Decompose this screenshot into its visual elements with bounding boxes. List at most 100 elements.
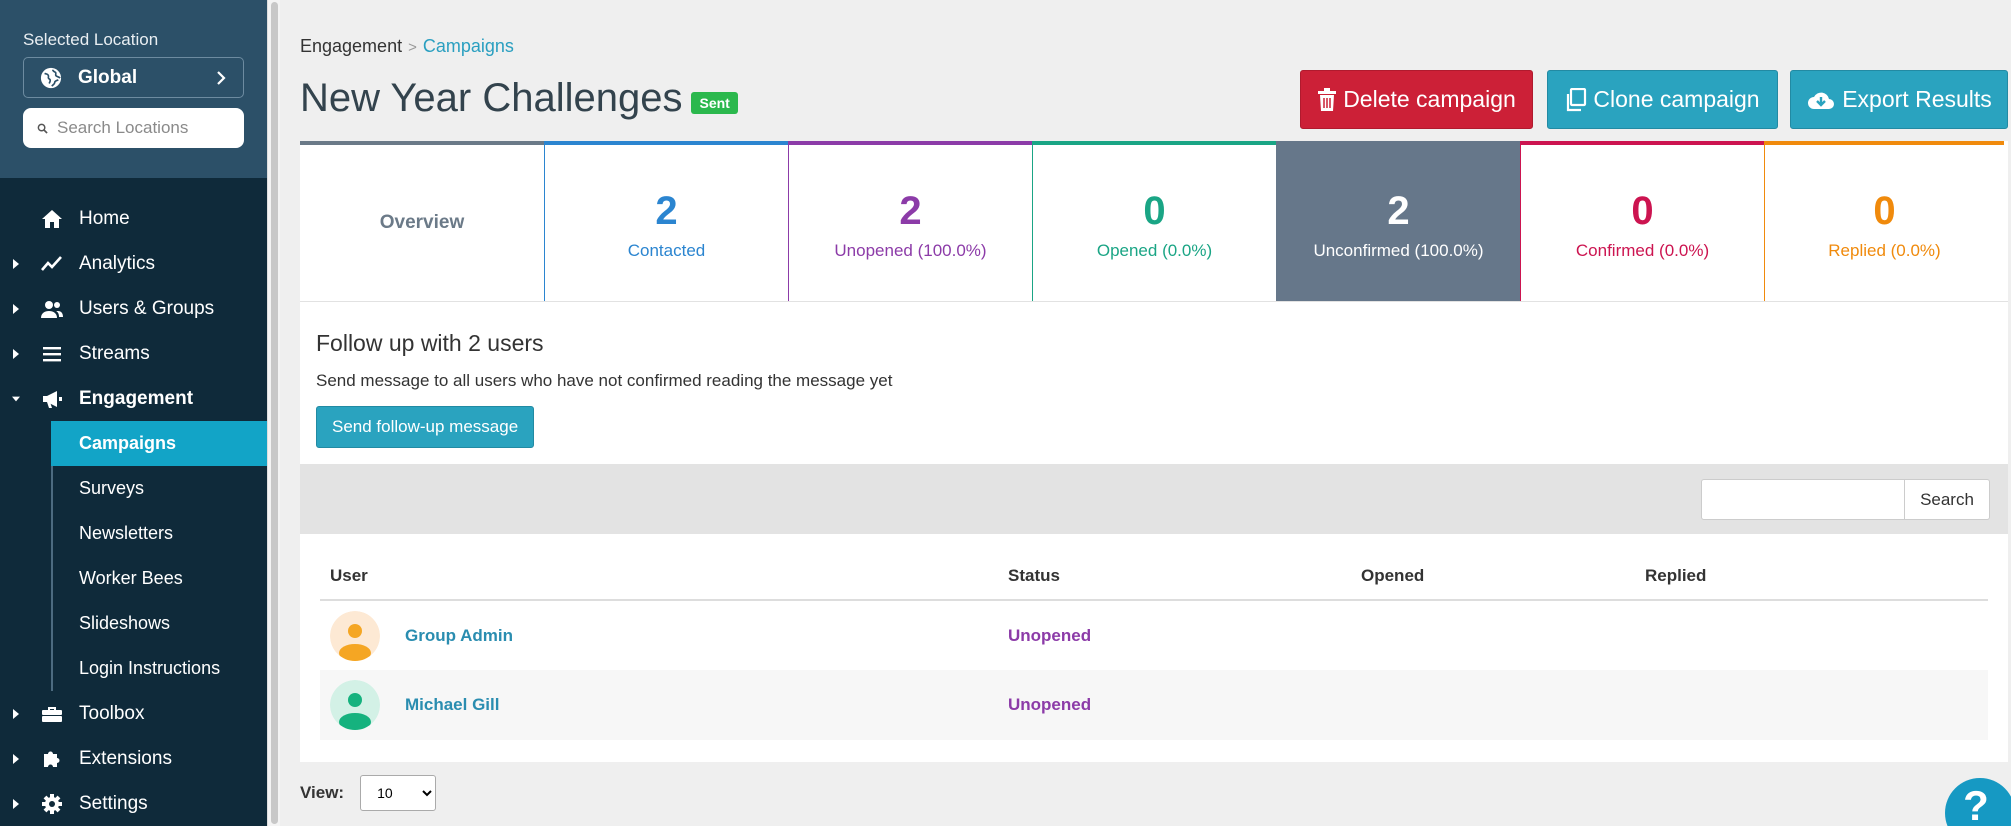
confirmed-count: 0 — [1631, 189, 1654, 233]
send-followup-button[interactable]: Send follow-up message — [316, 406, 535, 448]
breadcrumb-current[interactable]: Campaigns — [423, 36, 514, 56]
cloud-download-icon — [1808, 92, 1835, 109]
status-cell: Unopened — [1008, 600, 1361, 670]
opened-cell — [1361, 670, 1645, 740]
table-row: Group Admin Unopened — [320, 600, 1988, 670]
location-search[interactable] — [23, 108, 244, 148]
clone-campaign-button[interactable]: Clone campaign — [1547, 70, 1778, 129]
page-title: New Year Challenges Sent — [300, 76, 738, 121]
nav-newsletters[interactable]: Newsletters — [0, 511, 267, 556]
caret-right-icon — [13, 798, 19, 809]
tab-contacted[interactable]: 2 Contacted — [544, 141, 788, 301]
trash-icon — [1318, 87, 1337, 111]
unopened-count: 2 — [899, 189, 922, 233]
nav-label: Analytics — [79, 252, 156, 274]
nav-label: Home — [79, 207, 130, 229]
location-value: Global — [78, 66, 138, 88]
nav-settings[interactable]: Settings — [0, 781, 267, 826]
location-search-input[interactable] — [57, 118, 227, 138]
caret-down-icon — [12, 396, 20, 401]
followup-description: Send message to all users who have not c… — [316, 371, 893, 390]
col-user[interactable]: User — [320, 552, 1008, 601]
nav-worker-bees[interactable]: Worker Bees — [0, 556, 267, 601]
nav-slideshows[interactable]: Slideshows — [0, 601, 267, 646]
tab-overview[interactable]: Overview — [300, 141, 544, 301]
nav-surveys[interactable]: Surveys — [0, 466, 267, 511]
delete-campaign-button[interactable]: Delete campaign — [1300, 70, 1533, 129]
status-badge: Sent — [691, 91, 738, 114]
page-size-control: View: 10 — [300, 775, 437, 811]
contacted-label: Contacted — [627, 241, 706, 260]
page-size-select[interactable]: 10 — [360, 775, 437, 811]
breadcrumb-separator: > — [408, 39, 417, 56]
view-label: View: — [300, 783, 345, 802]
nav-engagement[interactable]: Engagement — [0, 376, 267, 421]
caret-right-icon — [13, 303, 19, 314]
location-panel: Selected Location Global — [0, 0, 267, 178]
nav-login-instructions[interactable]: Login Instructions — [0, 646, 267, 691]
tab-overview-label: Overview — [379, 212, 465, 233]
table-search-bar: Search — [300, 464, 2008, 534]
user-cell: Michael Gill — [320, 670, 1008, 740]
nav-users-groups[interactable]: Users & Groups — [0, 286, 267, 331]
followup-title: Follow up with 2 users — [316, 330, 544, 356]
user-name-link[interactable]: Group Admin — [405, 626, 513, 646]
nav-label: Streams — [79, 342, 150, 364]
nav-home[interactable]: Home — [0, 196, 267, 241]
tab-unopened[interactable]: 2 Unopened (100.0%) — [788, 141, 1032, 301]
scrollbar-thumb[interactable] — [271, 2, 278, 824]
main-nav: Home Analytics Users & Groups Streams En… — [0, 196, 267, 826]
tab-opened[interactable]: 0 Opened (0.0%) — [1032, 141, 1276, 301]
search-button[interactable]: Search — [1905, 479, 1990, 520]
replied-label: Replied (0.0%) — [1828, 241, 1941, 260]
status-cell: Unopened — [1008, 670, 1361, 740]
gear-icon — [42, 793, 62, 814]
globe-icon — [40, 67, 62, 88]
avatar — [330, 680, 380, 730]
help-button[interactable]: ? — [1945, 778, 2011, 826]
export-results-button[interactable]: Export Results — [1790, 70, 2008, 129]
users-icon — [41, 300, 63, 318]
caret-right-icon — [13, 348, 19, 359]
table-header-row: User Status Opened Replied — [320, 552, 1988, 601]
delete-campaign-label: Delete campaign — [1343, 86, 1516, 112]
nav-label: Users & Groups — [79, 297, 215, 319]
stats-tabs: Overview 2 Contacted 2 Unopened (100.0%)… — [300, 141, 2008, 312]
caret-right-icon — [13, 753, 19, 764]
user-cell: Group Admin — [320, 600, 1008, 670]
opened-label: Opened (0.0%) — [1096, 241, 1213, 260]
recipients-table-container: User Status Opened Replied Group Admin U… — [300, 534, 2008, 762]
sidebar: Selected Location Global Home Analytics … — [0, 0, 267, 826]
tab-replied[interactable]: 0 Replied (0.0%) — [1764, 141, 2004, 301]
user-name-link[interactable]: Michael Gill — [405, 695, 499, 715]
nav-label: Extensions — [79, 747, 172, 769]
puzzle-icon — [44, 751, 60, 767]
clone-campaign-label: Clone campaign — [1593, 86, 1760, 112]
col-opened[interactable]: Opened — [1361, 552, 1645, 601]
nav-analytics[interactable]: Analytics — [0, 241, 267, 286]
confirmed-label: Confirmed (0.0%) — [1575, 241, 1710, 260]
search-icon — [37, 123, 48, 134]
replied-count: 0 — [1873, 189, 1896, 233]
col-replied[interactable]: Replied — [1645, 552, 1988, 601]
tab-confirmed[interactable]: 0 Confirmed (0.0%) — [1520, 141, 1764, 301]
col-status[interactable]: Status — [1008, 552, 1361, 601]
breadcrumb-root[interactable]: Engagement — [300, 36, 402, 56]
copy-icon — [1567, 87, 1587, 111]
engagement-submenu: Campaigns Surveys Newsletters Worker Bee… — [0, 421, 267, 691]
nav-extensions[interactable]: Extensions — [0, 736, 267, 781]
chevron-right-icon — [217, 70, 226, 85]
sidebar-scrollbar[interactable] — [267, 0, 280, 826]
table-search-input[interactable] — [1701, 479, 1905, 520]
nav-label: Settings — [79, 792, 148, 814]
tab-unconfirmed[interactable]: 2 Unconfirmed (100.0%) — [1276, 141, 1520, 312]
nav-streams[interactable]: Streams — [0, 331, 267, 376]
opened-count: 0 — [1143, 189, 1166, 233]
streams-icon — [43, 346, 61, 361]
location-selector-button[interactable]: Global — [23, 57, 244, 98]
contacted-count: 2 — [655, 189, 678, 233]
analytics-icon — [41, 255, 62, 271]
nav-campaigns[interactable]: Campaigns — [51, 421, 267, 466]
nav-toolbox[interactable]: Toolbox — [0, 691, 267, 736]
caret-right-icon — [13, 258, 19, 269]
